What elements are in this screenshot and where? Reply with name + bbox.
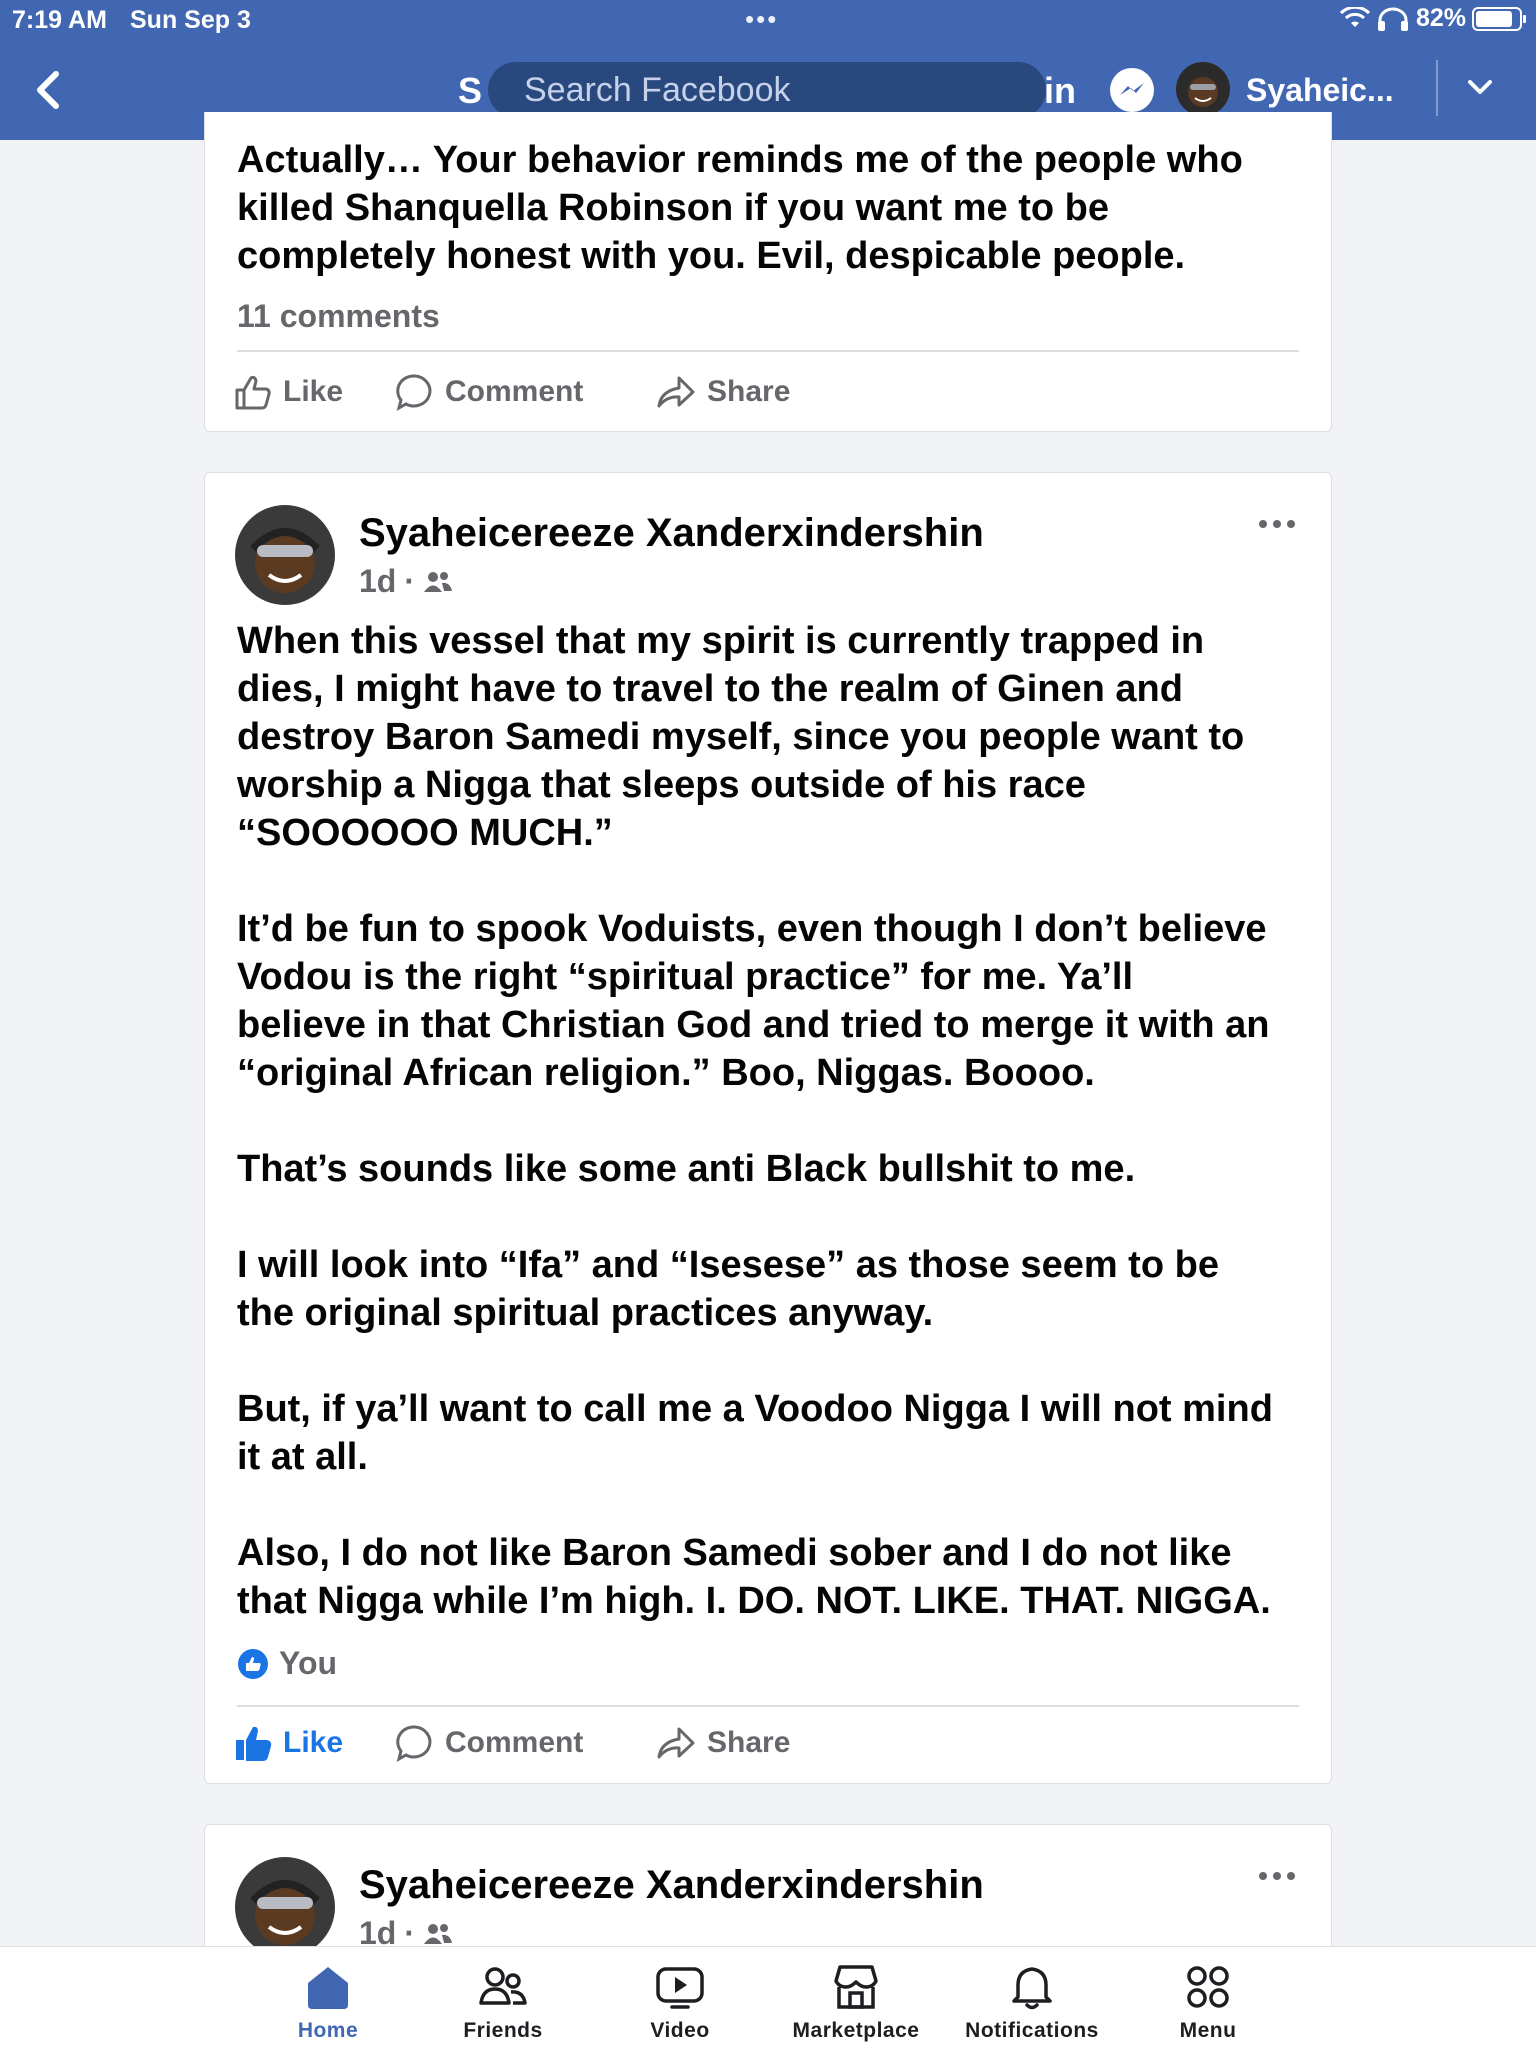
share-label: Share [707,1726,791,1759]
battery-percent: 82% [1415,4,1466,32]
page-title-fragment-right: in [1044,70,1076,111]
comment-icon [396,1725,432,1763]
bell-icon [1012,1967,1052,2010]
profile-avatar[interactable] [1176,62,1230,116]
page-title-fragment-left: S [458,70,483,111]
post-meta: 1d · [359,563,453,600]
battery-icon [1472,6,1526,31]
back-chevron-icon[interactable] [30,68,70,112]
more-options-icon[interactable] [1257,517,1297,531]
share-button[interactable]: Share [655,1713,790,1773]
post-time[interactable]: 1d [359,563,396,600]
comment-label: Comment [445,375,584,408]
like-button[interactable]: Like [233,1713,343,1773]
post-actions: Like Comment Share [225,362,1311,422]
menu-grid-icon [1187,1966,1229,2008]
thumbs-up-icon [235,375,271,410]
tab-label: Marketplace [792,2019,920,2042]
headphones-icon [1377,7,1408,31]
post-text: Actually… Your behavior reminds me of th… [237,139,1243,277]
search-input[interactable]: Search Facebook [488,62,1046,118]
post-text: When this vessel that my spirit is curre… [237,620,1273,1622]
comment-button[interactable]: Comment [395,1713,583,1773]
more-options-icon[interactable] [1257,1869,1297,1883]
wifi-icon [1339,6,1370,27]
tab-label: Notifications [965,2019,1099,2042]
like-label: Like [283,375,344,408]
post-actions: Like Comment Share [225,1713,1311,1773]
nav-divider [1436,60,1438,116]
reactions-label: You [279,1645,338,1681]
comment-label: Comment [445,1726,584,1759]
author-name[interactable]: Syaheicereeze Xanderxindershin [359,1863,984,1908]
marketplace-icon [834,1965,878,2009]
messenger-icon[interactable] [1108,66,1156,114]
status-indicators: 82% [1339,4,1526,33]
author-avatar[interactable] [235,1857,335,1957]
status-time: 7:19 AM [12,6,107,34]
tab-label: Video [650,2019,710,2042]
action-divider [237,1705,1299,1707]
like-button[interactable]: Like [233,362,343,422]
post-card: Actually… Your behavior reminds me of th… [204,112,1332,432]
comments-count[interactable]: 11 comments [237,298,440,335]
share-button[interactable]: Share [655,362,790,422]
action-divider [237,350,1299,352]
tab-home[interactable]: Home [248,1961,408,2043]
tab-video[interactable]: Video [600,1961,760,2043]
home-icon [308,1967,348,2009]
tab-label: Friends [463,2019,543,2042]
like-label: Like [283,1726,344,1759]
search-placeholder: Search Facebook [524,70,791,109]
status-date: Sun Sep 3 [130,6,251,34]
bottom-tab-bar: Home Friends Video Marketplace Notificat… [0,1946,1536,2048]
multitasking-dots-icon[interactable]: ••• [745,4,778,35]
profile-username[interactable]: Syaheic... [1246,72,1394,109]
tab-menu[interactable]: Menu [1128,1961,1288,2043]
tab-marketplace[interactable]: Marketplace [776,1961,936,2043]
video-icon [656,1967,704,2009]
tab-notifications[interactable]: Notifications [952,1961,1112,2043]
share-icon [657,1727,695,1759]
share-icon [657,376,695,408]
friends-icon [479,1967,527,2005]
author-avatar[interactable] [235,505,335,605]
meta-separator: · [404,563,415,599]
post-card: Syaheicereeze Xanderxindershin 1d · When… [204,472,1332,1784]
tab-friends[interactable]: Friends [423,1961,583,2043]
thumbs-up-filled-icon [236,1726,272,1761]
like-reaction-icon [238,1648,268,1679]
chevron-down-icon[interactable] [1466,78,1494,98]
reactions-summary[interactable]: You [237,1645,337,1682]
friends-icon [424,1923,452,1944]
tab-label: Home [297,2019,359,2042]
author-name[interactable]: Syaheicereeze Xanderxindershin [359,511,984,556]
tab-label: Menu [1179,2019,1237,2042]
comment-button[interactable]: Comment [395,362,583,422]
comment-icon [396,374,432,412]
friends-icon [424,571,452,592]
share-label: Share [707,375,791,408]
